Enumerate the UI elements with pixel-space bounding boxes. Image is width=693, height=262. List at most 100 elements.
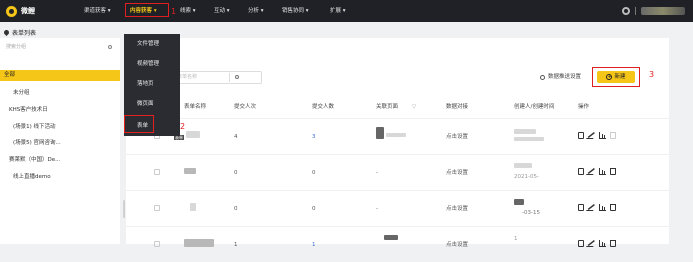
nav-extensions[interactable]: 扩展 ▾ [330, 0, 346, 22]
form-name[interactable] [190, 203, 196, 211]
group-search-placeholder: 搜索分组 [6, 44, 27, 50]
sidebar-item-offline[interactable]: (场景1) 线下活动 [0, 122, 120, 133]
table-row: 1 1 点击设置 1 [126, 226, 669, 262]
created-time: -03-15 [522, 210, 540, 216]
search-icon[interactable] [235, 75, 239, 79]
filter-icon[interactable]: ▽ [412, 100, 416, 114]
edit-icon[interactable] [585, 132, 598, 139]
submission-count: 4 [234, 134, 238, 140]
delete-icon[interactable] [610, 132, 616, 139]
logo-icon [6, 5, 17, 17]
location-pin-icon [2, 28, 11, 37]
table-row: 表单 4 3 点击设置 [126, 118, 669, 154]
chart-icon[interactable] [599, 132, 606, 139]
settings-icon[interactable] [622, 7, 630, 15]
data-connect-link[interactable]: 点击设置 [446, 205, 468, 213]
logo[interactable]: 微鲤 [6, 4, 35, 18]
submission-count: 0 [234, 206, 238, 212]
copy-icon[interactable] [578, 132, 584, 139]
sidebar-item-xylem[interactable]: 赛莱默（中国）De... [0, 155, 120, 166]
breadcrumb-label: 表单列表 [12, 30, 37, 37]
linked-page-name[interactable] [386, 133, 406, 137]
topbar-right [622, 4, 685, 18]
sidebar-item-website[interactable]: (场景5) 官网咨询... [0, 138, 120, 149]
edit-icon[interactable] [585, 204, 598, 211]
data-connect-link[interactable]: 点击设置 [446, 133, 468, 141]
copy-icon[interactable] [578, 168, 584, 175]
edit-icon[interactable] [585, 168, 598, 175]
form-search-input[interactable]: 表单名称 [170, 71, 262, 84]
row-checkbox[interactable] [154, 241, 160, 247]
row-checkbox[interactable] [154, 205, 160, 211]
menu-item-micro-page[interactable]: 微页面 [124, 94, 180, 114]
linked-page: - [376, 170, 378, 176]
data-connect-link[interactable]: 点击设置 [446, 241, 468, 249]
search-icon[interactable] [108, 45, 112, 49]
user-account[interactable] [641, 7, 685, 15]
annotation-number-2: 2 [180, 122, 186, 131]
submitter-count: 0 [312, 170, 316, 176]
new-form-button[interactable]: + 新建 [597, 71, 635, 83]
nav-channel-acquisition[interactable]: 渠道获客 ▾ [84, 0, 111, 22]
menu-item-file-management[interactable]: 文件管理 [124, 34, 180, 54]
submission-count: 0 [234, 170, 238, 176]
nav-interaction[interactable]: 互动 ▾ [214, 0, 230, 22]
highlight-box-forms [124, 115, 154, 133]
form-name[interactable] [184, 239, 214, 247]
sidebar-item-ungrouped[interactable]: 未分组 [0, 88, 120, 99]
column-header-submitters: 提交人数 [312, 104, 335, 110]
menu-item-video-management[interactable]: 视频管理 [124, 54, 180, 74]
chart-icon[interactable] [599, 204, 606, 211]
linked-page-thumbnail[interactable] [384, 235, 398, 240]
table-header: 表单名称 提交人次 提交人数 关联页面 ▽ 数据对接 创建人/创建时间 操作 [126, 100, 669, 114]
created-time: 2021-05- [514, 174, 539, 180]
highlight-box-new: + 新建 [592, 67, 640, 87]
top-navbar: 微鲤 渠道获客 ▾ 内容获客 ▾ 线索 ▾ 互动 ▾ 分析 ▾ 销售协同 ▾ 扩… [0, 0, 693, 22]
column-header-linked-page: 关联页面 [376, 104, 399, 110]
divider [635, 7, 636, 15]
breadcrumb: 表单列表 [2, 28, 37, 37]
nav-analytics[interactable]: 分析 ▾ [248, 0, 264, 22]
column-header-submissions: 提交人次 [234, 104, 257, 110]
plus-icon: + [606, 74, 613, 80]
form-name[interactable] [184, 168, 196, 174]
sidebar-item-live-demo[interactable]: 线上直播demo [0, 172, 120, 183]
creator-name [514, 129, 536, 134]
chart-icon[interactable] [599, 168, 606, 175]
submitter-count[interactable]: 3 [312, 133, 316, 141]
creator-name [514, 163, 532, 168]
delete-icon[interactable] [610, 168, 616, 175]
data-push-settings-label: 数据推送设置 [548, 74, 582, 80]
group-search-input[interactable]: 搜索分组 [4, 42, 116, 52]
gear-icon [540, 75, 545, 80]
created-time [514, 137, 544, 141]
column-header-data-connect: 数据对接 [446, 104, 469, 110]
data-push-settings-link[interactable]: 数据推送设置 [540, 71, 581, 84]
row-checkbox[interactable] [154, 169, 160, 175]
sidebar-item-all[interactable]: 全部 [0, 70, 120, 81]
column-header-actions: 操作 [578, 104, 590, 110]
submitter-count: 0 [312, 206, 316, 212]
column-header-creator: 创建人/创建时间 [514, 104, 555, 110]
submitter-count[interactable]: 1 [312, 241, 316, 249]
main-panel: 表单名称 数据推送设置 + 新建 表单名称 提交人次 提交人数 关联页面 ▽ 数… [126, 38, 669, 248]
menu-item-landing-page[interactable]: 落地页 [124, 74, 180, 94]
data-connect-link[interactable]: 点击设置 [446, 169, 468, 177]
delete-icon[interactable] [610, 204, 616, 211]
submission-count: 1 [234, 242, 238, 248]
form-name[interactable] [186, 131, 200, 138]
annotation-number-1: 1 [171, 7, 177, 16]
row-actions [578, 168, 616, 175]
copy-icon[interactable] [578, 204, 584, 211]
creator-name [514, 199, 524, 205]
highlight-box-nav [125, 3, 169, 17]
group-sidebar: 搜索分组 全部 未分组 KHS客户技术日 (场景1) 线下活动 (场景5) 官网… [0, 38, 120, 244]
linked-page-thumbnail[interactable] [376, 127, 384, 139]
nav-leads[interactable]: 线索 ▾ [180, 0, 196, 22]
nav-sales-collab[interactable]: 销售协同 ▾ [282, 0, 309, 22]
sidebar-item-khs[interactable]: KHS客户技术日 [0, 105, 120, 116]
brand-name: 微鲤 [21, 7, 35, 15]
new-button-label: 新建 [614, 74, 626, 80]
sidebar-resize-handle[interactable] [123, 200, 125, 218]
column-header-name: 表单名称 [184, 104, 207, 110]
